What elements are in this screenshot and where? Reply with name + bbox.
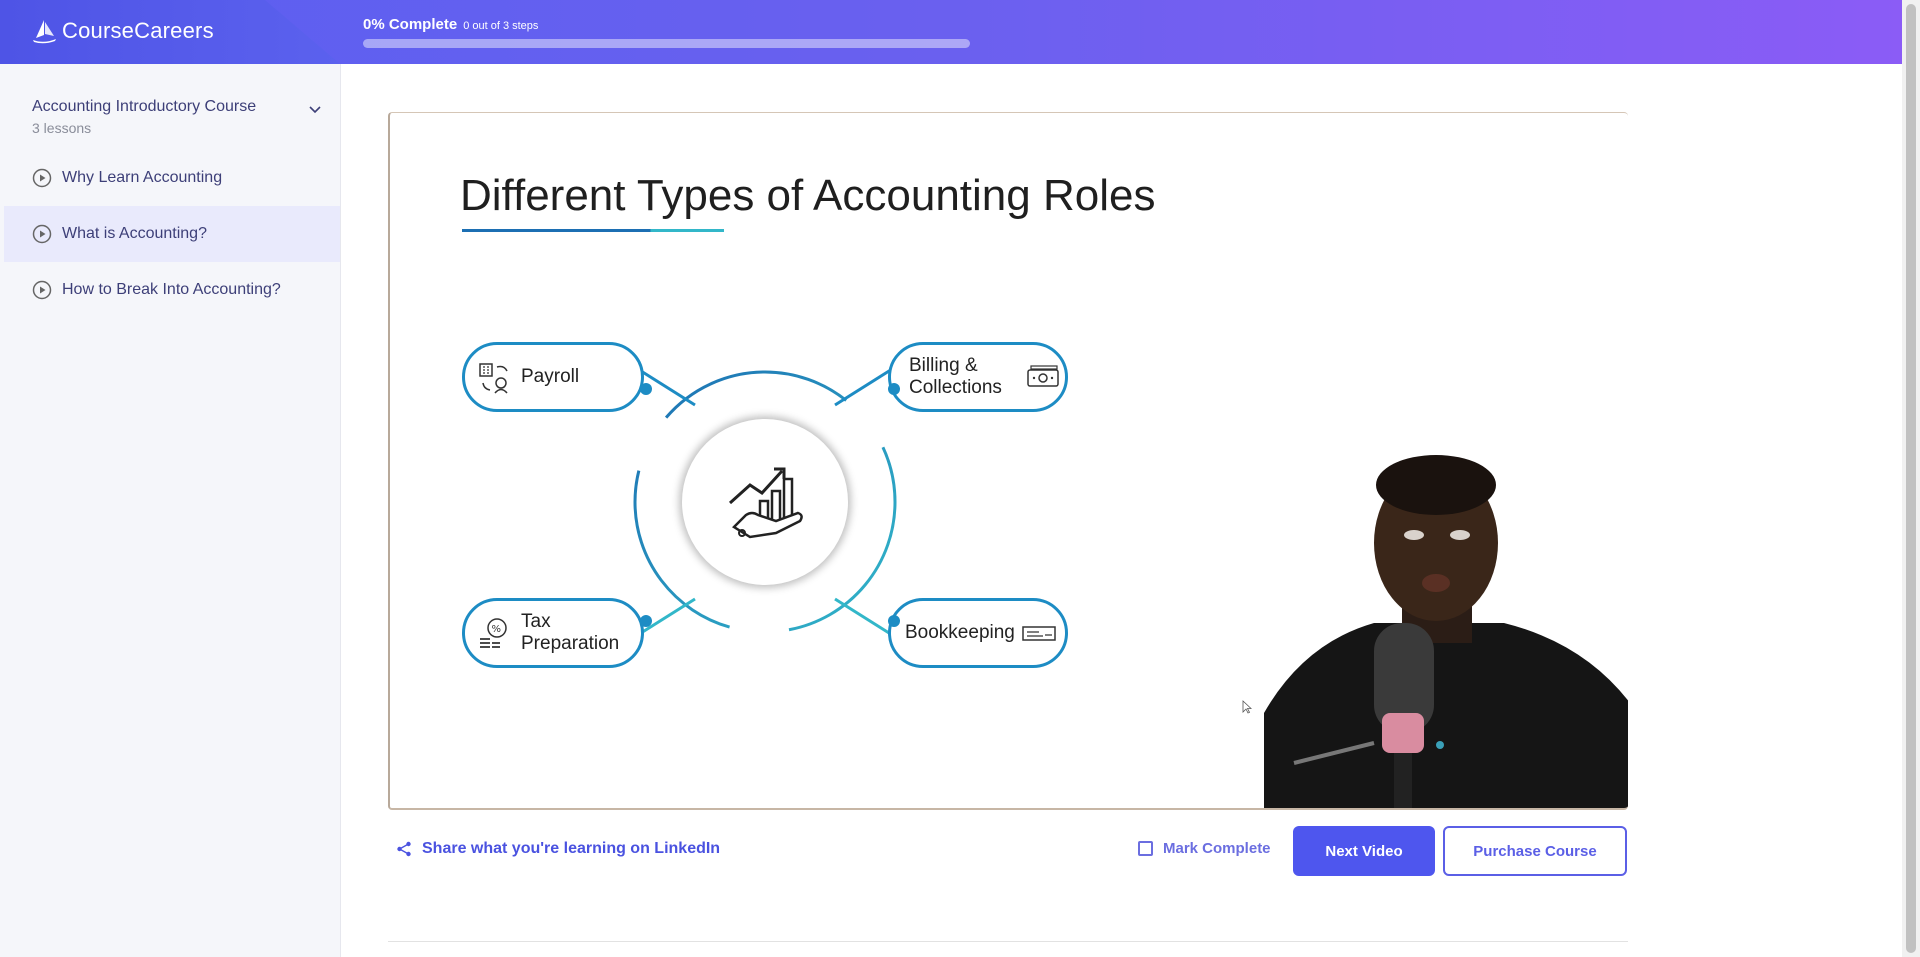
role-label: Bookkeeping (905, 622, 1015, 643)
connector-dot (640, 615, 652, 627)
connector-dot (888, 383, 900, 395)
purchase-course-button[interactable]: Purchase Course (1443, 826, 1627, 876)
connector-dot (888, 615, 900, 627)
course-title: Accounting Introductory Course (32, 98, 257, 115)
course-progress: 0% Complete 0 out of 3 steps (363, 16, 970, 48)
play-circle-icon (32, 280, 52, 300)
center-emblem (682, 419, 848, 585)
course-sidebar: Accounting Introductory Course 3 lessons… (0, 64, 341, 957)
role-billing-collections: Billing & Collections (888, 342, 1068, 412)
lesson-item-break-into-accounting[interactable]: How to Break Into Accounting? (4, 262, 340, 318)
check-icon (1022, 626, 1056, 641)
payroll-icon (479, 363, 508, 394)
mark-complete-label: Mark Complete (1163, 840, 1271, 857)
growth-hand-icon (728, 467, 803, 539)
role-bookkeeping: Bookkeeping (888, 598, 1068, 668)
linkedin-share-link[interactable]: Share what you're learning on LinkedIn (396, 840, 720, 858)
progress-bar (363, 39, 970, 48)
scrollbar-thumb[interactable] (1906, 4, 1916, 953)
top-header: CourseCareers 0% Complete 0 out of 3 ste… (0, 0, 1902, 64)
content-divider (388, 941, 1628, 942)
page-scrollbar[interactable] (1902, 0, 1920, 957)
lesson-label: How to Break Into Accounting? (62, 281, 281, 298)
mark-complete-checkbox[interactable]: Mark Complete (1138, 840, 1271, 857)
cursor-icon (1242, 700, 1252, 714)
role-payroll: Payroll (462, 342, 644, 412)
checkbox-box[interactable] (1138, 841, 1153, 856)
tax-line2: Preparation (521, 633, 620, 654)
play-circle-icon (32, 224, 52, 244)
cash-icon (1027, 365, 1059, 387)
course-header[interactable]: Accounting Introductory Course 3 lessons (0, 64, 340, 136)
play-circle-icon (32, 168, 52, 188)
share-label: Share what you're learning on LinkedIn (422, 840, 721, 857)
billing-line2: Collections (909, 377, 1002, 398)
tax-icon: % (480, 618, 507, 648)
brand-logo[interactable]: CourseCareers (30, 18, 214, 44)
lesson-label: Why Learn Accounting (62, 169, 223, 186)
role-label: Tax Preparation (521, 611, 619, 655)
role-label: Payroll (521, 366, 580, 387)
tax-line1: Tax (521, 611, 551, 632)
role-tax-preparation: % Tax Preparation (462, 598, 644, 668)
chevron-down-icon[interactable] (308, 102, 322, 116)
lesson-item-what-is-accounting[interactable]: What is Accounting? (4, 206, 340, 262)
logo-sail-icon (33, 20, 56, 44)
progress-steps: 0 out of 3 steps (463, 20, 539, 32)
lesson-count: 3 lessons (32, 120, 92, 136)
next-video-button[interactable]: Next Video (1293, 826, 1435, 876)
billing-line1: Billing & (909, 355, 978, 376)
share-icon (397, 841, 411, 857)
brand-name: CourseCareers (62, 18, 214, 43)
svg-text:%: % (492, 624, 502, 635)
role-label: Billing & Collections (909, 355, 1019, 399)
lesson-item-why-learn-accounting[interactable]: Why Learn Accounting (4, 150, 340, 206)
presenter-video-feed (1264, 455, 1628, 808)
lesson-label: What is Accounting? (62, 225, 207, 242)
video-player[interactable]: Different Types of Accounting Roles Payr… (388, 112, 1628, 810)
progress-percent: 0% Complete (363, 16, 458, 33)
connector-dot (640, 383, 652, 395)
